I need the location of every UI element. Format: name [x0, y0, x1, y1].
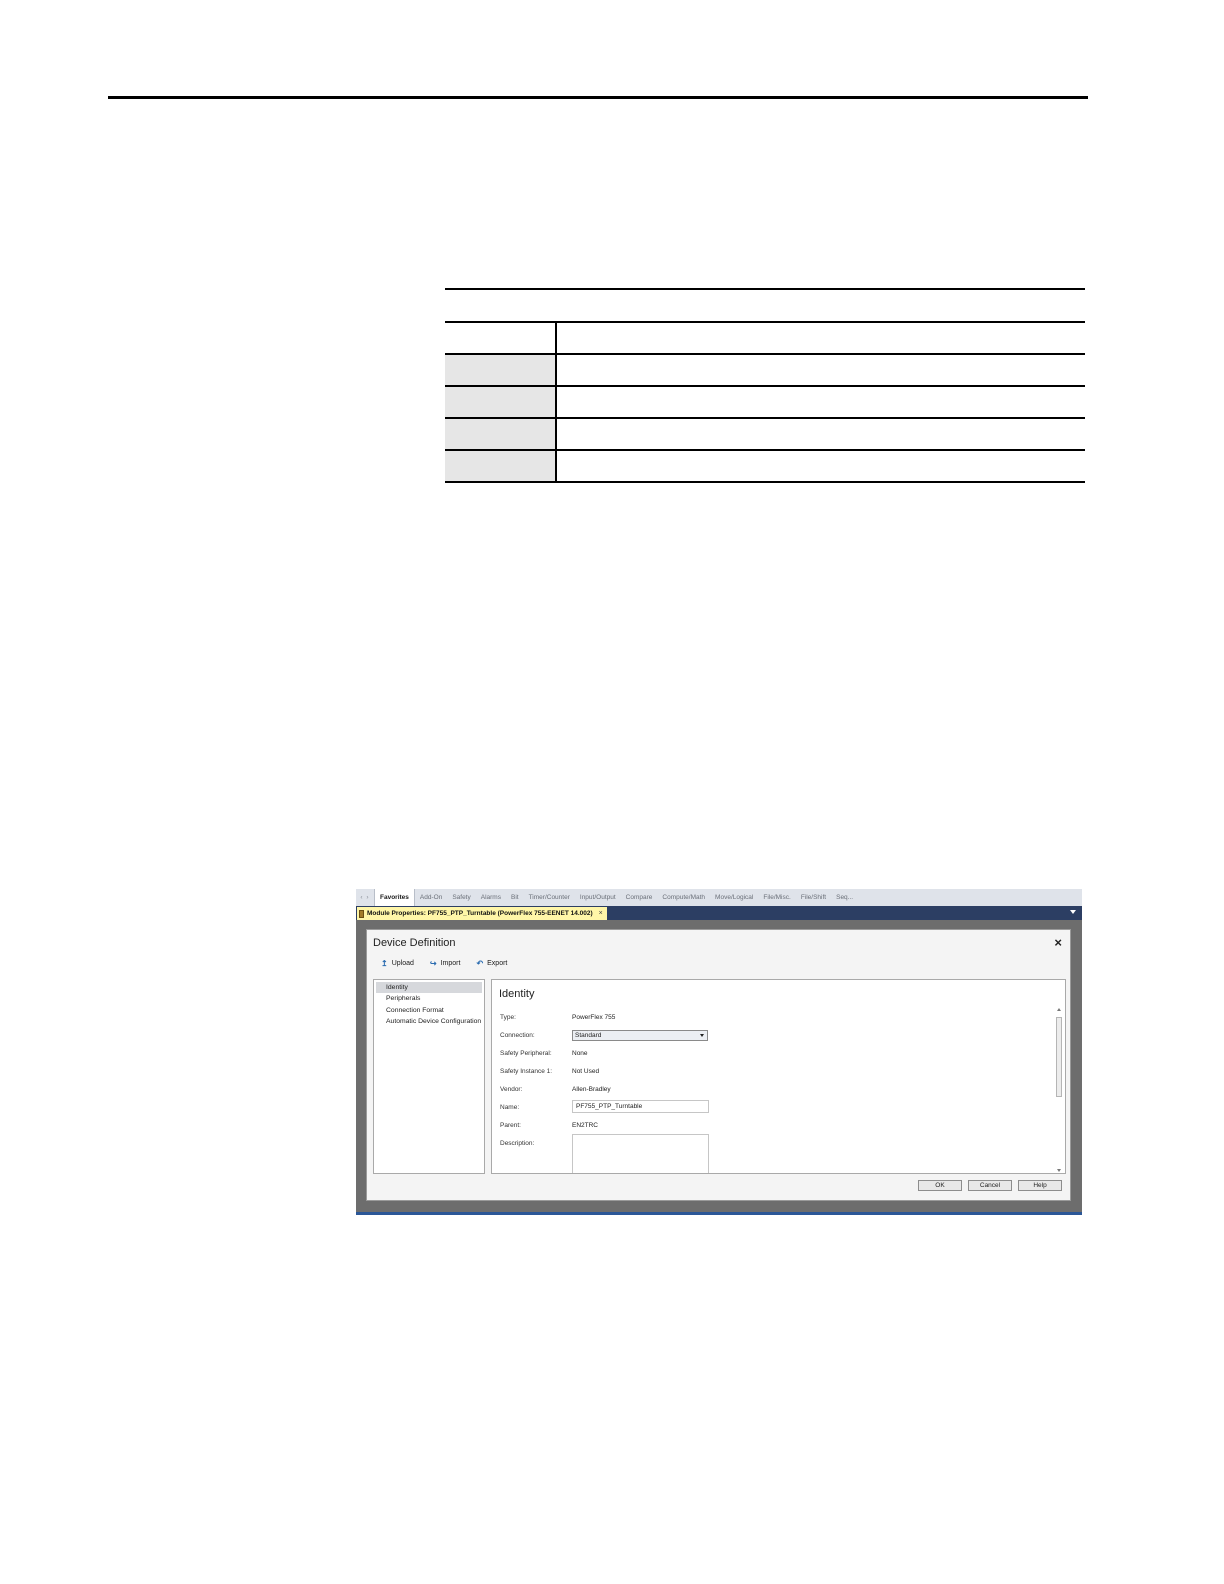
description-field[interactable]: [572, 1134, 709, 1173]
ok-button[interactable]: OK: [918, 1180, 962, 1191]
import-button[interactable]: ↪ Import: [430, 959, 461, 968]
empty-reference-table: [445, 288, 1085, 483]
upload-icon: ↥: [381, 959, 388, 968]
table-cell: [557, 355, 1085, 385]
name-label: Name:: [500, 1104, 520, 1111]
category-nav-pane: Identity Peripherals Connection Format A…: [373, 979, 485, 1174]
ribbon-tab-bit[interactable]: Bit: [506, 889, 524, 906]
scroll-up-icon[interactable]: [1057, 1008, 1061, 1011]
safety-instance-value: Not Used: [572, 1068, 600, 1075]
table-row: [445, 385, 1085, 417]
table-cell: [445, 387, 557, 417]
table-row: [445, 417, 1085, 449]
parent-label: Parent:: [500, 1122, 521, 1129]
name-field[interactable]: PF755_PTP_Turntable: [572, 1100, 709, 1113]
module-properties-tab-label: Module Properties: PF755_PTP_Turntable (…: [367, 910, 593, 917]
upload-button[interactable]: ↥ Upload: [381, 959, 414, 968]
dialog-toolbar: ↥ Upload ↪ Import ↶ Export: [381, 959, 507, 968]
connection-select-value: Standard: [575, 1032, 602, 1039]
table-cell: [557, 387, 1085, 417]
table-cell: [445, 451, 557, 481]
cancel-button[interactable]: Cancel: [968, 1180, 1012, 1191]
module-icon: [359, 909, 364, 918]
ribbon-tab-timer-counter[interactable]: Timer/Counter: [524, 889, 575, 906]
import-icon: ↪: [429, 959, 437, 968]
description-label: Description:: [500, 1140, 535, 1147]
ribbon-tab-move-logical[interactable]: Move/Logical: [710, 889, 758, 906]
export-label: Export: [487, 960, 508, 967]
vendor-label: Vendor:: [500, 1086, 523, 1093]
connection-select[interactable]: Standard: [572, 1030, 708, 1041]
nav-item-identity[interactable]: Identity: [376, 982, 482, 994]
ribbon-tab-safety[interactable]: Safety: [447, 889, 475, 906]
dialog-footer: OK Cancel Help: [918, 1180, 1062, 1191]
upload-label: Upload: [391, 960, 414, 967]
software-screenshot: ‹ › Favorites Add-On Safety Alarms Bit T…: [356, 889, 1082, 1215]
table-cell: [557, 323, 1085, 353]
ribbon-tab-file-misc[interactable]: File/Misc.: [758, 889, 795, 906]
ribbon-tab-input-output[interactable]: Input/Output: [575, 889, 621, 906]
page-top-rule: [108, 96, 1088, 99]
nav-item-peripherals[interactable]: Peripherals: [374, 993, 484, 1004]
table-cell: [557, 419, 1085, 449]
ribbon-scroll-arrows[interactable]: ‹ ›: [356, 894, 374, 901]
safety-peripheral-label: Safety Peripheral:: [500, 1050, 552, 1057]
scroll-down-icon[interactable]: [1057, 1169, 1061, 1172]
table-cell: [445, 419, 557, 449]
vertical-scrollbar[interactable]: [1056, 1008, 1063, 1172]
import-label: Import: [440, 960, 461, 967]
close-icon[interactable]: ×: [599, 910, 603, 917]
instruction-ribbon: ‹ › Favorites Add-On Safety Alarms Bit T…: [356, 889, 1082, 907]
table-row: [445, 449, 1085, 483]
tab-menu-arrow-icon[interactable]: [1070, 910, 1076, 914]
ribbon-tab-file-shift[interactable]: File/Shift: [796, 889, 831, 906]
connection-label: Connection:: [500, 1032, 535, 1039]
document-tab-bar: Module Properties: PF755_PTP_Turntable (…: [356, 906, 1082, 920]
parent-value: EN2TRC: [572, 1122, 599, 1129]
export-button[interactable]: ↶ Export: [476, 959, 507, 968]
ribbon-tab-alarms[interactable]: Alarms: [476, 889, 506, 906]
type-label: Type:: [500, 1014, 516, 1021]
section-title: Identity: [499, 988, 535, 1000]
dialog-title: Device Definition: [373, 937, 456, 949]
ribbon-tab-compare[interactable]: Compare: [621, 889, 658, 906]
close-icon[interactable]: ×: [1054, 935, 1062, 950]
table-cell: [557, 451, 1085, 481]
scroll-thumb[interactable]: [1056, 1017, 1062, 1097]
export-icon: ↶: [476, 959, 484, 968]
help-button[interactable]: Help: [1018, 1180, 1062, 1191]
nav-item-connection-format[interactable]: Connection Format: [374, 1005, 484, 1016]
safety-instance-label: Safety Instance 1:: [500, 1068, 553, 1075]
table-cell: [445, 323, 557, 353]
device-definition-dialog: Device Definition × ↥ Upload ↪ Import ↶ …: [366, 929, 1071, 1201]
vendor-value: Allen-Bradley: [572, 1086, 611, 1093]
ribbon-tab-sequencer[interactable]: Seq...: [831, 889, 858, 906]
ribbon-tab-add-on[interactable]: Add-On: [415, 889, 447, 906]
safety-peripheral-value: None: [572, 1050, 588, 1057]
module-properties-tab[interactable]: Module Properties: PF755_PTP_Turntable (…: [357, 907, 607, 920]
type-value: PowerFlex 755: [572, 1014, 616, 1021]
table-header-row: [445, 290, 1085, 321]
nav-item-automatic-device-configuration[interactable]: Automatic Device Configuration: [374, 1016, 484, 1027]
table-cell: [445, 355, 557, 385]
table-row: [445, 321, 1085, 353]
dropdown-arrow-icon: [700, 1034, 704, 1037]
ribbon-tab-compute-math[interactable]: Compute/Math: [657, 889, 710, 906]
table-row: [445, 353, 1085, 385]
ribbon-tab-favorites[interactable]: Favorites: [374, 889, 415, 906]
identity-content-pane: Identity Type: PowerFlex 755 Connection:…: [491, 979, 1066, 1174]
